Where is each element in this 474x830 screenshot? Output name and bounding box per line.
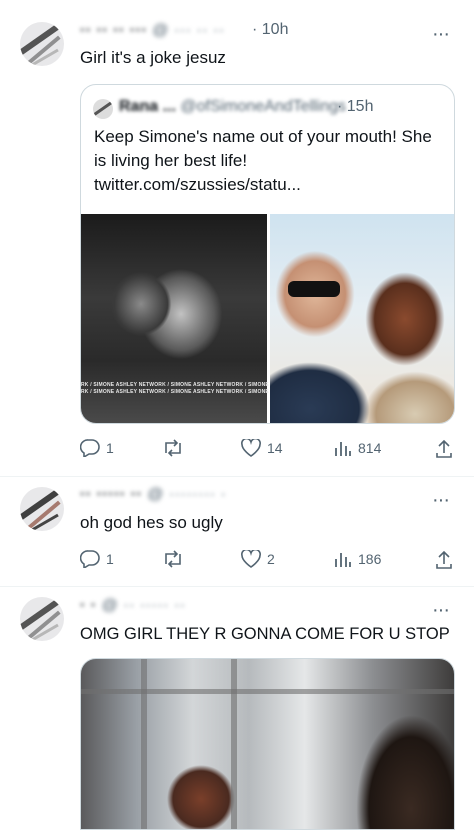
quoted-time: · 15h [337, 98, 374, 115]
quoted-tweet-card[interactable]: Rana ... @ofSimoneAndTellings · 15h Keep… [80, 84, 455, 424]
tweet-text: Girl it's a joke jesuz [80, 48, 226, 67]
quoted-avatar [93, 99, 113, 119]
quoted-text-line-1: Keep Simone's name out of your mouth! Sh… [94, 127, 432, 146]
views-count: 814 [358, 440, 382, 456]
share-icon [436, 550, 452, 569]
tweet-text: OMG GIRL THEY R GONNA COME FOR U STOP [80, 625, 450, 643]
like-icon [241, 550, 261, 568]
divider [0, 476, 474, 477]
tweet-author-meta[interactable]: · · @ ·· ····· ·· [80, 597, 186, 615]
reply-button[interactable]: 1 [80, 439, 114, 457]
tweet-author-meta[interactable]: ·· ·· ·· ··· @ ··· ·· ·· [80, 22, 225, 40]
tweet-text: oh god hes so ugly [80, 513, 223, 532]
quoted-link[interactable]: twitter.com/szussies/statu... [94, 173, 301, 197]
quoted-photo-2[interactable] [270, 214, 454, 423]
divider [0, 586, 474, 587]
tweet-media-photo[interactable] [80, 658, 455, 830]
avatar[interactable] [20, 22, 64, 66]
photo-watermark: RK / SIMONE ASHLEY NETWORK / SIMONE ASHL… [81, 389, 273, 395]
quoted-photo-1[interactable]: RK / SIMONE ASHLEY NETWORK / SIMONE ASHL… [81, 214, 272, 423]
window-frame [231, 659, 237, 829]
quoted-text-line-2: is living her best life! [94, 151, 248, 170]
like-icon [241, 439, 261, 457]
share-button[interactable] [435, 439, 453, 459]
repost-button[interactable] [162, 550, 184, 568]
views-icon [335, 442, 351, 456]
tweet-time: · 10h [252, 21, 289, 38]
share-button[interactable] [435, 550, 453, 570]
more-icon[interactable]: ··· [432, 490, 450, 510]
repost-icon [165, 550, 181, 568]
sunglasses [288, 281, 340, 297]
views-count: 186 [358, 551, 382, 567]
like-button[interactable]: 14 [241, 439, 283, 457]
reply-icon [80, 439, 100, 457]
repost-icon [165, 439, 181, 457]
views-button[interactable]: 186 [334, 550, 381, 568]
window-frame [81, 689, 454, 694]
share-icon [436, 439, 452, 458]
quoted-author-meta: Rana ... @ofSimoneAndTellings [119, 98, 347, 115]
reply-count: 1 [106, 440, 114, 456]
tweet-author-meta[interactable]: ·· ····· ·· @ ········ · [80, 486, 226, 504]
avatar[interactable] [20, 597, 64, 641]
window-frame [141, 659, 147, 829]
reply-count: 1 [106, 551, 114, 567]
reply-button[interactable]: 1 [80, 550, 114, 568]
avatar[interactable] [20, 487, 64, 531]
views-icon [335, 553, 351, 567]
more-icon[interactable]: ··· [432, 24, 450, 44]
more-icon[interactable]: ··· [432, 600, 450, 620]
like-button[interactable]: 2 [241, 550, 275, 568]
views-button[interactable]: 814 [334, 439, 381, 457]
photo-watermark: RK / SIMONE ASHLEY NETWORK / SIMONE ASHL… [81, 382, 273, 388]
like-count: 2 [267, 551, 275, 567]
reply-icon [80, 550, 100, 568]
like-count: 14 [267, 440, 283, 456]
repost-button[interactable] [162, 439, 184, 457]
